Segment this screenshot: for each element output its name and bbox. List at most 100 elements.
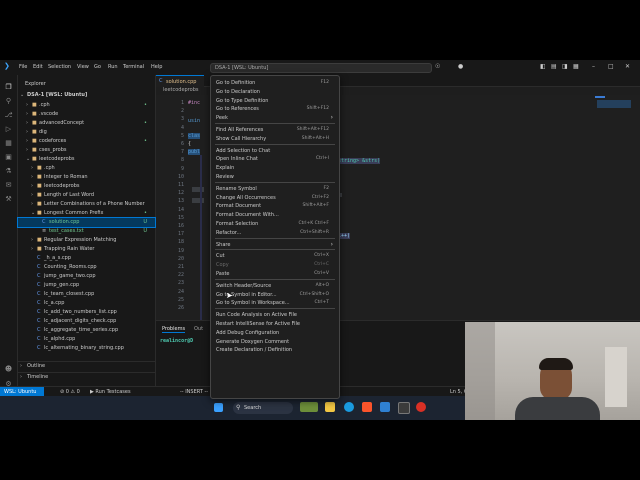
menu-item-cut[interactable]: Cut Ctrl+X bbox=[211, 251, 339, 260]
folder-item[interactable]: › ■ Letter Combinations of a Phone Number bbox=[18, 200, 155, 209]
menu-item-explain[interactable]: Explain bbox=[211, 163, 339, 172]
layout-sidebar-icon[interactable]: ◧ bbox=[540, 63, 546, 70]
menu-item-restart-intellisense-for-active-file[interactable]: Restart IntelliSense for Active File bbox=[211, 319, 339, 328]
menu-item-run-code-analysis-on-active-file[interactable]: Run Code Analysis on Active File bbox=[211, 310, 339, 319]
layout-secondary-icon[interactable]: ◨ bbox=[562, 63, 568, 70]
tab-solution-cpp[interactable]: C solution.cpp bbox=[156, 75, 204, 87]
menu-terminal[interactable]: Terminal bbox=[123, 64, 144, 70]
menu-file[interactable]: File bbox=[19, 64, 27, 70]
menu-go[interactable]: Go bbox=[94, 64, 101, 70]
menu-run[interactable]: Run bbox=[108, 64, 118, 70]
outline-section[interactable]: › Outline bbox=[18, 361, 155, 371]
menu-selection[interactable]: Selection bbox=[48, 64, 71, 70]
file-item[interactable]: Clc_a.cpp bbox=[18, 299, 155, 308]
menu-item-go-to-declaration[interactable]: Go to Declaration bbox=[211, 87, 339, 96]
folder-item[interactable]: › ■ Integer to Roman bbox=[18, 173, 155, 182]
file-item[interactable]: Clc_adjacent_digits_check.cpp bbox=[18, 317, 155, 326]
search-icon[interactable]: ⚲ bbox=[4, 97, 13, 105]
timeline-section[interactable]: › Timeline bbox=[18, 372, 155, 382]
menu-item-paste[interactable]: Paste Ctrl+V bbox=[211, 269, 339, 278]
source-control-icon[interactable]: ⎇ bbox=[4, 111, 13, 119]
breadcrumb[interactable]: leetcodeprobs bbox=[163, 87, 199, 95]
workspace-root[interactable]: ⌄ DSA-1 [WSL: Ubuntu] bbox=[18, 91, 155, 100]
menu-item-add-debug-configuration[interactable]: Add Debug Configuration bbox=[211, 328, 339, 337]
brave-icon[interactable] bbox=[362, 402, 372, 412]
vscode-taskbar-icon[interactable] bbox=[380, 402, 390, 412]
terminal-taskbar-icon[interactable] bbox=[398, 402, 410, 414]
chrome-icon[interactable] bbox=[416, 402, 426, 412]
chat-icon[interactable]: ✉ bbox=[4, 181, 13, 189]
menu-item-go-to-references[interactable]: Go to References Shift+F12 bbox=[211, 104, 339, 113]
layout-panel-icon[interactable]: ▤ bbox=[551, 63, 557, 70]
menu-item-refactor[interactable]: Refactor... Ctrl+Shift+R bbox=[211, 228, 339, 237]
command-center-search[interactable]: DSA-1 [WSL: Ubuntu] bbox=[210, 63, 432, 73]
tab-output[interactable]: Out bbox=[194, 326, 203, 332]
run-testcases-button[interactable]: ▶ Run Testcases bbox=[90, 389, 131, 395]
file-item[interactable]: C _h_a_s.cpp bbox=[18, 254, 155, 263]
folder-item[interactable]: › ■ .cph • bbox=[18, 101, 155, 110]
file-item[interactable]: Clc_add_two_numbers_list.cpp bbox=[18, 308, 155, 317]
folder-item[interactable]: ⌄ ■ Longest Common Prefix • bbox=[18, 209, 155, 218]
menu-edit[interactable]: Edit bbox=[33, 64, 43, 70]
menu-item-generate-doxygen-comment[interactable]: Generate Doxygen Comment bbox=[211, 337, 339, 346]
taskbar-search[interactable]: ⚲ Search bbox=[233, 402, 293, 414]
windows-start-icon[interactable] bbox=[214, 403, 223, 412]
maximize-button[interactable]: □ bbox=[608, 63, 614, 70]
menu-item-find-all-references[interactable]: Find All References Shift+Alt+F12 bbox=[211, 125, 339, 134]
menu-view[interactable]: View bbox=[77, 64, 89, 70]
menu-item-format-selection[interactable]: Format Selection Ctrl+K Ctrl+F bbox=[211, 219, 339, 228]
account-icon[interactable]: ● bbox=[458, 63, 463, 70]
edge-icon[interactable] bbox=[344, 402, 354, 412]
minimize-button[interactable]: – bbox=[592, 63, 595, 70]
terminal-prompt[interactable]: realincor@D bbox=[160, 338, 193, 344]
menu-item-go-to-definition[interactable]: Go to Definition F12 bbox=[211, 78, 339, 87]
folder-item[interactable]: › ■ leetcodeprobs bbox=[18, 182, 155, 191]
run-debug-icon[interactable]: ▷ bbox=[4, 125, 13, 133]
file-item[interactable]: ≡ test_cases.txt U bbox=[18, 227, 155, 236]
folder-item[interactable]: › ■ .vscode bbox=[18, 110, 155, 119]
menu-item-create-declaration-definition[interactable]: Create Declaration / Definition bbox=[211, 345, 339, 354]
file-explorer-icon[interactable] bbox=[325, 402, 335, 412]
folder-item[interactable]: › ■ advancedConcept • bbox=[18, 119, 155, 128]
copilot-icon[interactable]: ☉ bbox=[435, 63, 440, 70]
menu-item-review[interactable]: Review bbox=[211, 172, 339, 181]
menu-item-peek[interactable]: Peek › bbox=[211, 113, 339, 122]
extensions-icon[interactable]: ▦ bbox=[4, 139, 13, 147]
folder-item[interactable]: ⌄ ■ leetcodeprobs bbox=[18, 155, 155, 164]
minimap[interactable] bbox=[595, 96, 635, 116]
menu-item-format-document[interactable]: Format Document Shift+Alt+F bbox=[211, 201, 339, 210]
file-item[interactable]: C Counting_Rooms.cpp bbox=[18, 263, 155, 272]
file-item[interactable]: Cjump_game_two.cpp bbox=[18, 272, 155, 281]
close-button[interactable]: ✕ bbox=[625, 63, 630, 70]
explorer-icon[interactable]: ❐ bbox=[4, 83, 13, 91]
problems-indicator[interactable]: ⊘ 0 ⚠ 0 bbox=[60, 389, 80, 395]
file-item[interactable]: Clc_aggregate_time_series.cpp bbox=[18, 326, 155, 335]
folder-item[interactable]: › ■ .cph bbox=[18, 164, 155, 173]
menu-item-share[interactable]: Share › bbox=[211, 240, 339, 249]
tools-icon[interactable]: ⚒ bbox=[4, 195, 13, 203]
remote-explorer-icon[interactable]: ▣ bbox=[4, 153, 13, 161]
folder-item[interactable]: › ■ codeforces • bbox=[18, 137, 155, 146]
menu-item-change-all-occurrences[interactable]: Change All Occurrences Ctrl+F2 bbox=[211, 193, 339, 202]
folder-item[interactable]: › ■ dig bbox=[18, 128, 155, 137]
file-item[interactable]: Csolution.cpp U bbox=[17, 217, 156, 228]
menu-item-open-inline-chat[interactable]: Open Inline Chat Ctrl+I bbox=[211, 154, 339, 163]
folder-item[interactable]: › ■ Trapping Rain Water bbox=[18, 245, 155, 254]
folder-item[interactable]: › ■ Regular Expression Matching bbox=[18, 236, 155, 245]
account-icon[interactable]: ☻ bbox=[4, 365, 13, 373]
customize-layout-icon[interactable]: ▦ bbox=[573, 63, 579, 70]
widget-icon[interactable] bbox=[300, 402, 318, 412]
folder-item[interactable]: › ■ cses_probs bbox=[18, 146, 155, 155]
file-item[interactable]: Cjump_gen.cpp bbox=[18, 281, 155, 290]
menu-item-format-document-with[interactable]: Format Document With... bbox=[211, 210, 339, 219]
file-item[interactable]: Clc_alternating_binary_string.cpp bbox=[18, 344, 155, 353]
tab-problems[interactable]: Problems bbox=[162, 326, 186, 333]
menu-item-add-selection-to-chat[interactable]: Add Selection to Chat bbox=[211, 146, 339, 155]
menu-item-switch-header-source[interactable]: Switch Header/Source Alt+O bbox=[211, 281, 339, 290]
menu-help[interactable]: Help bbox=[151, 64, 162, 70]
file-item[interactable]: Clc_team_closest.cpp bbox=[18, 290, 155, 299]
folder-item[interactable]: › ■ Length of Last Word bbox=[18, 191, 155, 200]
menu-item-show-call-hierarchy[interactable]: Show Call Hierarchy Shift+Alt+H bbox=[211, 134, 339, 143]
testing-icon[interactable]: ⚗ bbox=[4, 167, 13, 175]
file-item[interactable]: Clc_alphd.cpp bbox=[18, 335, 155, 344]
